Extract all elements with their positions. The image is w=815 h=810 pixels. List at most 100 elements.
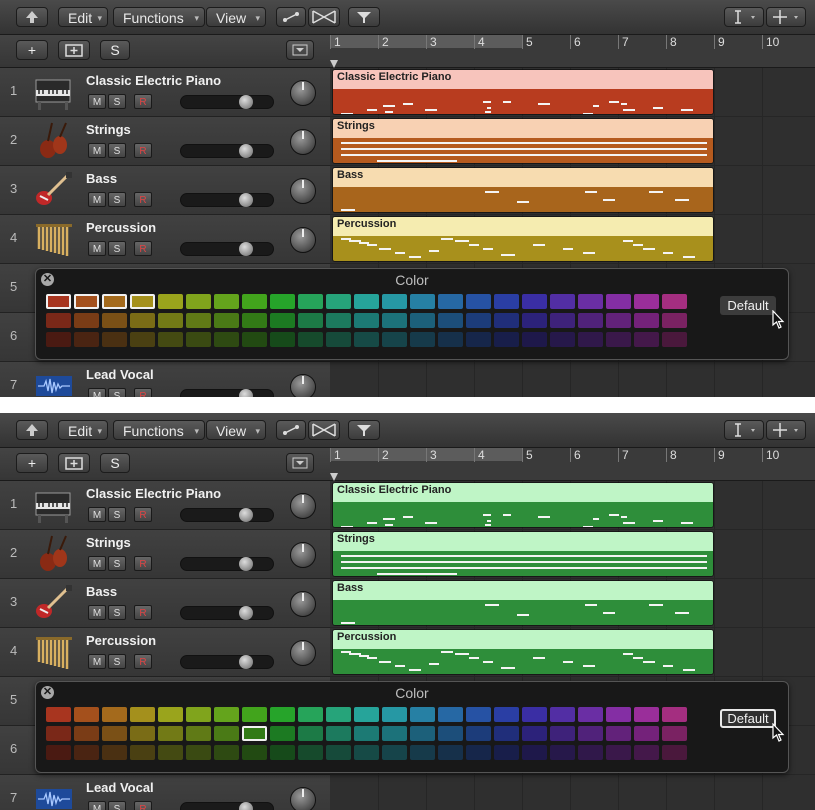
color-swatch[interactable] bbox=[130, 332, 155, 347]
color-swatch[interactable] bbox=[74, 313, 99, 328]
bar-ruler[interactable]: 1 2 3 4 5 6 7 8 9 10 bbox=[330, 448, 815, 481]
color-swatch[interactable] bbox=[578, 294, 603, 309]
solo-button[interactable]: S bbox=[108, 143, 126, 158]
color-swatch[interactable] bbox=[46, 745, 71, 760]
pan-knob[interactable] bbox=[290, 178, 316, 204]
color-swatch[interactable] bbox=[438, 332, 463, 347]
color-swatch[interactable] bbox=[410, 294, 435, 309]
volume-fader[interactable] bbox=[180, 193, 274, 207]
track-header[interactable]: 7 Lead Vocal M S R bbox=[0, 775, 330, 810]
midi-region[interactable]: Strings bbox=[332, 531, 714, 577]
playhead-marker-icon[interactable] bbox=[330, 470, 338, 481]
color-swatch[interactable] bbox=[186, 726, 211, 741]
color-swatch[interactable] bbox=[494, 332, 519, 347]
track-header[interactable]: 7 Lead Vocal M S R bbox=[0, 362, 330, 397]
color-swatch[interactable] bbox=[102, 332, 127, 347]
color-swatch[interactable] bbox=[410, 707, 435, 722]
color-swatch[interactable] bbox=[242, 707, 267, 722]
track-header[interactable]: 3 Bass M S R bbox=[0, 579, 330, 628]
color-swatch[interactable] bbox=[382, 707, 407, 722]
flex-button[interactable] bbox=[308, 7, 340, 27]
playhead-marker-icon[interactable] bbox=[330, 57, 338, 68]
color-swatch[interactable] bbox=[550, 726, 575, 741]
color-swatch[interactable] bbox=[298, 294, 323, 309]
color-swatch[interactable] bbox=[214, 745, 239, 760]
color-swatch[interactable] bbox=[382, 313, 407, 328]
track-options-button[interactable] bbox=[286, 40, 314, 60]
back-button[interactable] bbox=[16, 7, 48, 27]
record-button[interactable]: R bbox=[134, 192, 152, 207]
record-button[interactable]: R bbox=[134, 801, 152, 810]
color-swatch[interactable] bbox=[158, 726, 183, 741]
color-swatch[interactable] bbox=[158, 294, 183, 309]
mute-button[interactable]: M bbox=[88, 556, 106, 571]
color-swatch[interactable] bbox=[578, 726, 603, 741]
fader-knob[interactable] bbox=[239, 655, 253, 669]
color-swatch[interactable] bbox=[578, 313, 603, 328]
color-swatch[interactable] bbox=[606, 313, 631, 328]
color-swatch[interactable] bbox=[606, 332, 631, 347]
fader-knob[interactable] bbox=[239, 508, 253, 522]
color-swatch[interactable] bbox=[662, 332, 687, 347]
fader-knob[interactable] bbox=[239, 193, 253, 207]
track-name[interactable]: Strings bbox=[86, 535, 131, 550]
color-swatch[interactable] bbox=[466, 294, 491, 309]
color-swatch[interactable] bbox=[410, 726, 435, 741]
color-swatch[interactable] bbox=[130, 726, 155, 741]
color-swatch[interactable] bbox=[494, 707, 519, 722]
color-swatch[interactable] bbox=[46, 294, 71, 309]
color-swatch[interactable] bbox=[74, 294, 99, 309]
color-swatch[interactable] bbox=[662, 707, 687, 722]
color-swatch[interactable] bbox=[186, 745, 211, 760]
track-name[interactable]: Strings bbox=[86, 122, 131, 137]
color-swatch[interactable] bbox=[354, 707, 379, 722]
color-swatch[interactable] bbox=[242, 726, 267, 741]
record-button[interactable]: R bbox=[134, 241, 152, 256]
color-swatch[interactable] bbox=[634, 294, 659, 309]
color-swatch[interactable] bbox=[578, 707, 603, 722]
color-swatch[interactable] bbox=[494, 313, 519, 328]
color-swatch[interactable] bbox=[130, 294, 155, 309]
record-button[interactable]: R bbox=[134, 556, 152, 571]
color-swatch[interactable] bbox=[130, 745, 155, 760]
global-solo-button[interactable]: S bbox=[100, 453, 130, 473]
record-button[interactable]: R bbox=[134, 605, 152, 620]
bar-ruler[interactable]: 1 2 3 4 5 6 7 8 9 10 bbox=[330, 35, 815, 68]
track-header[interactable]: 4 Percussion M S R bbox=[0, 215, 330, 264]
color-swatch[interactable] bbox=[550, 332, 575, 347]
color-swatch[interactable] bbox=[214, 313, 239, 328]
color-swatch[interactable] bbox=[102, 294, 127, 309]
color-swatch[interactable] bbox=[438, 745, 463, 760]
track-header[interactable]: 4 Percussion M S R bbox=[0, 628, 330, 677]
solo-button[interactable]: S bbox=[108, 507, 126, 522]
mute-button[interactable]: M bbox=[88, 801, 106, 810]
record-button[interactable]: R bbox=[134, 654, 152, 669]
color-swatch[interactable] bbox=[46, 707, 71, 722]
track-header[interactable]: 2 Strings M S R bbox=[0, 117, 330, 166]
record-button[interactable]: R bbox=[134, 94, 152, 109]
mute-button[interactable]: M bbox=[88, 654, 106, 669]
fader-knob[interactable] bbox=[239, 144, 253, 158]
catch-button[interactable] bbox=[348, 7, 380, 27]
default-color-button[interactable]: Default bbox=[720, 296, 776, 315]
color-swatch[interactable] bbox=[130, 707, 155, 722]
color-swatch[interactable] bbox=[130, 313, 155, 328]
color-swatch[interactable] bbox=[298, 332, 323, 347]
mute-button[interactable]: M bbox=[88, 192, 106, 207]
color-swatch[interactable] bbox=[494, 726, 519, 741]
color-swatch[interactable] bbox=[270, 313, 295, 328]
track-header[interactable]: 1 Classic Electric Piano M S R bbox=[0, 68, 330, 117]
color-swatch[interactable] bbox=[326, 745, 351, 760]
color-swatch[interactable] bbox=[578, 332, 603, 347]
tool-menu-left[interactable] bbox=[724, 420, 764, 440]
color-swatch[interactable] bbox=[438, 294, 463, 309]
fader-knob[interactable] bbox=[239, 95, 253, 109]
track-header[interactable]: 3 Bass M S R bbox=[0, 166, 330, 215]
color-swatch[interactable] bbox=[270, 726, 295, 741]
color-swatch[interactable] bbox=[46, 332, 71, 347]
solo-button[interactable]: S bbox=[108, 241, 126, 256]
color-swatch[interactable] bbox=[158, 707, 183, 722]
color-swatch[interactable] bbox=[158, 745, 183, 760]
track-name[interactable]: Bass bbox=[86, 584, 117, 599]
color-swatch[interactable] bbox=[522, 707, 547, 722]
